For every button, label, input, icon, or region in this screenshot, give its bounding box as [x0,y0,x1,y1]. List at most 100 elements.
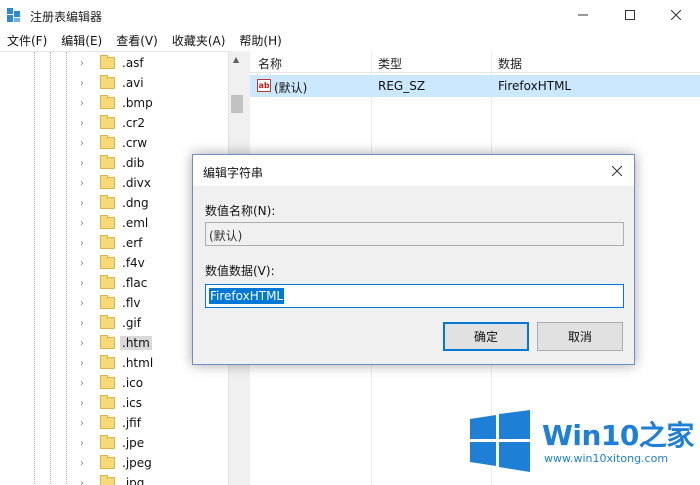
expand-chevron-icon[interactable]: › [80,138,90,149]
tree-item-label: .ics [122,396,142,410]
tree-item-label: .crw [122,136,148,150]
tree-item[interactable]: › .gif [80,313,143,333]
scroll-up-arrow-icon[interactable]: ▲ [233,55,239,64]
tree-item-label: .dng [122,196,149,210]
dialog-close-button[interactable] [600,155,634,186]
expand-chevron-icon[interactable]: › [80,338,90,349]
tree-item[interactable]: › .htm [80,333,152,353]
tree-item-label: .jpg [122,476,145,485]
close-button[interactable] [653,0,699,30]
expand-chevron-icon[interactable]: › [80,238,90,249]
tree-item[interactable]: › .f4v [80,253,147,273]
folder-icon [100,355,115,369]
scroll-thumb[interactable] [231,95,243,113]
tree-item[interactable]: › .erf [80,233,144,253]
tree-item[interactable]: › .bmp [80,93,155,113]
menu-favorites[interactable]: 收藏夹(A) [165,30,233,50]
ok-button[interactable]: 确定 [443,322,529,351]
tree-item-label: .avi [122,76,144,90]
tree-item[interactable]: › .jpe [80,433,146,453]
expand-chevron-icon[interactable]: › [80,298,90,309]
tree-item-label: .erf [122,236,143,250]
expand-chevron-icon[interactable]: › [80,458,90,469]
expand-chevron-icon[interactable]: › [80,278,90,289]
folder-icon [100,475,115,485]
tree-item[interactable]: › .jpeg [80,453,154,473]
tree-item[interactable]: › .dib [80,153,146,173]
tree-item-label: .asf [122,56,144,70]
folder-icon [100,415,115,429]
expand-chevron-icon[interactable]: › [80,118,90,129]
expand-chevron-icon[interactable]: › [80,78,90,89]
folder-icon [100,55,115,69]
tree-item[interactable]: › .ico [80,373,145,393]
tree-item-label: .flac [122,276,148,290]
tree-item-label: .bmp [122,96,153,110]
column-header-type[interactable]: 类型 [378,55,402,72]
tree-item[interactable]: › .jpg [80,473,146,485]
string-value-icon: ab [257,79,271,92]
menu-edit[interactable]: 编辑(E) [54,30,109,50]
expand-chevron-icon[interactable]: › [80,158,90,169]
expand-chevron-icon[interactable]: › [80,218,90,229]
cancel-button[interactable]: 取消 [537,322,623,351]
expand-chevron-icon[interactable]: › [80,358,90,369]
folder-icon [100,235,115,249]
tree-item-label: .jpeg [122,456,152,470]
maximize-button[interactable] [607,0,653,30]
expand-chevron-icon[interactable]: › [80,478,90,485]
menu-help[interactable]: 帮助(H) [232,30,288,50]
tree-item[interactable]: › .jfif [80,413,143,433]
menu-file[interactable]: 文件(F) [0,30,54,50]
dialog-title: 编辑字符串 [203,166,264,180]
tree-item[interactable]: › .asf [80,53,146,73]
value-name-label: 数值名称(N): [205,204,276,218]
close-icon [671,10,681,20]
value-data-text: FirefoxHTML [209,288,285,304]
tree-item-label: .eml [122,216,149,230]
expand-chevron-icon[interactable]: › [80,258,90,269]
watermark-url: www.win10xitong.com [544,452,669,465]
tree-item[interactable]: › .html [80,353,155,373]
folder-icon [100,335,115,349]
value-data-field[interactable]: FirefoxHTML [205,284,624,308]
tree-item-label: .dib [122,156,145,170]
expand-chevron-icon[interactable]: › [80,198,90,209]
minimize-button[interactable] [560,0,606,30]
minimize-icon [578,14,588,16]
menu-view[interactable]: 查看(V) [109,30,165,50]
list-item[interactable]: ab (默认) REG_SZ FirefoxHTML [250,75,700,97]
tree-item[interactable]: › .dng [80,193,151,213]
menu-bar: 文件(F) 编辑(E) 查看(V) 收藏夹(A) 帮助(H) [0,30,700,50]
column-header-data[interactable]: 数据 [498,55,522,72]
folder-icon [100,135,115,149]
expand-chevron-icon[interactable]: › [80,178,90,189]
value-data-label: 数值数据(V): [205,264,275,278]
expand-chevron-icon[interactable]: › [80,438,90,449]
tree-item[interactable]: › .cr2 [80,113,147,133]
tree-item[interactable]: › .flv [80,293,142,313]
tree-item[interactable]: › .ics [80,393,144,413]
expand-chevron-icon[interactable]: › [80,378,90,389]
folder-icon [100,115,115,129]
expand-chevron-icon[interactable]: › [80,58,90,69]
column-header-name[interactable]: 名称 [258,55,282,72]
expand-chevron-icon[interactable]: › [80,418,90,429]
tree-item[interactable]: › .flac [80,273,149,293]
value-data: FirefoxHTML [498,79,572,93]
tree-item[interactable]: › .crw [80,133,149,153]
folder-icon [100,435,115,449]
expand-chevron-icon[interactable]: › [80,398,90,409]
folder-icon [100,455,115,469]
close-icon [612,165,622,176]
tree-item[interactable]: › .divx [80,173,153,193]
folder-icon [100,215,115,229]
folder-icon [100,295,115,309]
tree-item-label: .cr2 [122,116,145,130]
tree-item[interactable]: › .avi [80,73,146,93]
expand-chevron-icon[interactable]: › [80,98,90,109]
tree-item[interactable]: › .eml [80,213,150,233]
expand-chevron-icon[interactable]: › [80,318,90,329]
folder-icon [100,255,115,269]
edit-string-dialog: 编辑字符串 数值名称(N): (默认) 数值数据(V): FirefoxHTML… [192,154,635,365]
